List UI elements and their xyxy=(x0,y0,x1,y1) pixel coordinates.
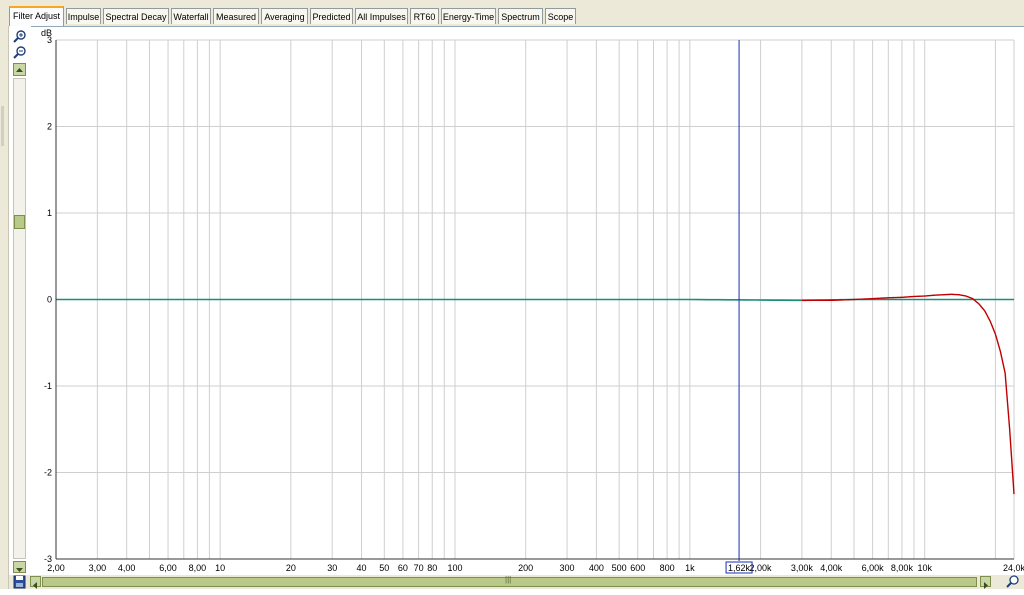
x-tick-label: 200 xyxy=(518,563,533,573)
x-tick-label: 70 xyxy=(414,563,424,573)
x-tick-label: 400 xyxy=(589,563,604,573)
x-tick-label: 40 xyxy=(357,563,367,573)
chart-traces xyxy=(56,293,1015,495)
x-tick-label: 10k xyxy=(917,563,932,573)
scroll-right-button[interactable] xyxy=(980,576,991,589)
tab-all-impulses[interactable]: All Impulses xyxy=(355,8,408,24)
tab-rt60[interactable]: RT60 xyxy=(410,8,439,24)
y-tick-label: -1 xyxy=(44,381,52,391)
x-tick-label: 3,00k xyxy=(791,563,814,573)
horizontal-scroll-thumb[interactable]: ||| xyxy=(42,575,977,587)
x-tick-label: 24,0k xyxy=(1003,563,1024,573)
x-tick-label: 6,00 xyxy=(159,563,177,573)
y-axis-unit: dB xyxy=(41,28,52,38)
x-tick-label: 20 xyxy=(286,563,296,573)
zoom-corner-icon[interactable] xyxy=(1006,575,1020,589)
frequency-response-chart[interactable]: 1,62k 3210-1-2-3dB2,00 3,00 4,00 6,00 8,00 10… xyxy=(0,26,1024,575)
x-tick-label: 10 xyxy=(215,563,225,573)
tab-spectrum[interactable]: Spectrum xyxy=(498,8,543,24)
x-tick-label: 500 xyxy=(612,563,627,573)
x-tick-label: 8,00k xyxy=(891,563,914,573)
tab-bar: Filter Adjust Impulse Spectral Decay Waterf… xyxy=(0,0,1024,27)
x-tick-label: 600 xyxy=(630,563,645,573)
y-tick-label: 2 xyxy=(47,122,52,132)
x-tick-label: 2,00 xyxy=(47,563,65,573)
y-tick-label: -2 xyxy=(44,468,52,478)
x-tick-label: 80 xyxy=(427,563,437,573)
tab-measured[interactable]: Measured xyxy=(213,8,259,24)
x-tick-label: 4,00 xyxy=(118,563,136,573)
tab-waterfall[interactable]: Waterfall xyxy=(171,8,211,24)
x-tick-label: 60 xyxy=(398,563,408,573)
x-tick-label: 1k xyxy=(685,563,695,573)
x-tick-label: 300 xyxy=(560,563,575,573)
y-tick-label: 1 xyxy=(47,208,52,218)
frequency-cursor[interactable]: 1,62k xyxy=(725,40,753,574)
response-trace-1 xyxy=(801,293,1015,495)
tab-averaging[interactable]: Averaging xyxy=(261,8,308,24)
x-tick-label: 100 xyxy=(447,563,462,573)
horizontal-scrollbar: ||| xyxy=(9,575,1024,589)
save-icon[interactable] xyxy=(13,575,26,589)
x-tick-label: 3,00 xyxy=(89,563,107,573)
tab-energy-time[interactable]: Energy-Time xyxy=(441,8,496,24)
tab-scope[interactable]: Scope xyxy=(545,8,576,24)
response-trace-0 xyxy=(56,298,1014,302)
tab-impulse[interactable]: Impulse xyxy=(66,8,101,24)
x-tick-label: 2,00k xyxy=(750,563,773,573)
cursor-readout: 1,62k xyxy=(728,563,751,573)
tab-predicted[interactable]: Predicted xyxy=(310,8,353,24)
y-tick-label: 0 xyxy=(47,295,52,305)
chart-axes: 3210-1-2-3dB2,00 3,00 4,00 6,00 8,00 10 20 30 40… xyxy=(41,28,1024,573)
tab-filter-adjust[interactable]: Filter Adjust xyxy=(9,6,64,26)
x-tick-label: 6,00k xyxy=(862,563,885,573)
x-tick-label: 800 xyxy=(660,563,675,573)
scroll-left-button[interactable] xyxy=(30,576,41,589)
tab-bar-lead xyxy=(0,0,8,26)
x-tick-label: 8,00 xyxy=(189,563,207,573)
x-tick-label: 30 xyxy=(327,563,337,573)
x-tick-label: 4,00k xyxy=(820,563,843,573)
x-tick-label: 50 xyxy=(379,563,389,573)
tab-spectral-decay[interactable]: Spectral Decay xyxy=(103,8,169,24)
scroll-grip: ||| xyxy=(505,575,512,584)
